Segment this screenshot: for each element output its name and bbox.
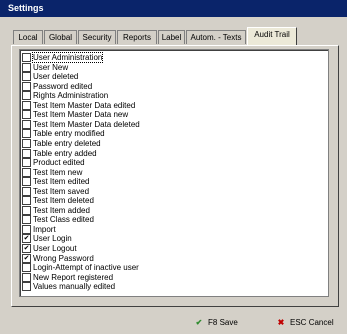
checkbox-checked[interactable]: ✔ bbox=[22, 244, 31, 253]
audit-event-label: Test Item saved bbox=[33, 186, 90, 196]
tab-audit-trail[interactable]: Audit Trail bbox=[247, 27, 297, 45]
tab-label[interactable]: Label bbox=[158, 30, 185, 44]
checkbox-unchecked[interactable] bbox=[22, 186, 31, 196]
tab-autom-texts[interactable]: Autom. - Texts bbox=[186, 30, 246, 44]
tab-global[interactable]: Global bbox=[44, 30, 77, 44]
audit-event-label: Values manually edited bbox=[33, 282, 116, 292]
checkbox-unchecked[interactable] bbox=[22, 110, 31, 120]
checkbox-unchecked[interactable] bbox=[22, 62, 31, 72]
checkbox-unchecked[interactable] bbox=[22, 81, 31, 91]
checkbox-unchecked[interactable] bbox=[22, 119, 31, 129]
checkbox-unchecked[interactable] bbox=[22, 53, 31, 62]
checkbox-unchecked[interactable] bbox=[22, 158, 31, 168]
cancel-label: Cancel bbox=[308, 318, 334, 327]
check-icon: ✔ bbox=[195, 318, 203, 327]
audit-event-label: Test Item deleted bbox=[33, 196, 94, 206]
audit-event-label: Table entry modified bbox=[33, 129, 105, 139]
cancel-button[interactable]: ✖ ESC Cancel bbox=[275, 315, 334, 330]
x-icon: ✖ bbox=[277, 318, 285, 327]
audit-event-label: Import bbox=[33, 224, 56, 234]
checkbox-unchecked[interactable] bbox=[22, 282, 31, 292]
audit-event-label: Test Item new bbox=[33, 167, 83, 177]
checkbox-unchecked[interactable] bbox=[22, 129, 31, 139]
audit-event-label: Test Item Master Data deleted bbox=[33, 119, 140, 129]
audit-event-label: Table entry added bbox=[33, 148, 97, 158]
checkbox-unchecked[interactable] bbox=[22, 100, 31, 110]
checkbox-checked[interactable]: ✔ bbox=[22, 234, 31, 244]
save-button[interactable]: ✔ F8 Save bbox=[193, 315, 238, 330]
checkbox-unchecked[interactable] bbox=[22, 196, 31, 206]
checkbox-unchecked[interactable] bbox=[22, 177, 31, 187]
checkbox-unchecked[interactable] bbox=[22, 72, 31, 82]
checkbox-unchecked[interactable] bbox=[22, 167, 31, 177]
audit-event-label: Rights Administration bbox=[33, 91, 109, 101]
audit-event-label: Test Item Master Data new bbox=[33, 110, 129, 120]
cancel-key: ESC bbox=[290, 318, 307, 327]
audit-event-label: Wrong Password bbox=[33, 253, 94, 263]
checkbox-unchecked[interactable] bbox=[22, 272, 31, 282]
checkbox-unchecked[interactable] bbox=[22, 148, 31, 158]
save-label: Save bbox=[219, 318, 238, 327]
audit-event-label: Test Item edited bbox=[33, 177, 90, 187]
checkbox-checked[interactable]: ✔ bbox=[22, 253, 31, 263]
checkbox-unchecked[interactable] bbox=[22, 138, 31, 148]
tab-reports[interactable]: Reports bbox=[117, 30, 157, 44]
checkbox-unchecked[interactable] bbox=[22, 263, 31, 273]
tab-security[interactable]: Security bbox=[78, 30, 116, 44]
audit-event-label: User deleted bbox=[33, 72, 79, 82]
audit-event-label: Login-Attempt of inactive user bbox=[33, 263, 139, 273]
audit-event-label: Test Item added bbox=[33, 205, 90, 215]
window-title: Settings bbox=[0, 0, 347, 17]
audit-event-label: Test Item Master Data edited bbox=[33, 100, 136, 110]
checkbox-unchecked[interactable] bbox=[22, 91, 31, 101]
tab-local[interactable]: Local bbox=[13, 30, 43, 44]
checkbox-unchecked[interactable] bbox=[22, 224, 31, 234]
audit-event-label: Product edited bbox=[33, 158, 85, 168]
audit-event-label: Password edited bbox=[33, 81, 93, 91]
save-key: F8 bbox=[208, 318, 218, 327]
audit-event-label: User New bbox=[33, 62, 69, 72]
audit-event-label: Test Class edited bbox=[33, 215, 94, 225]
audit-event-label: Table entry deleted bbox=[33, 138, 101, 148]
checkbox-unchecked[interactable] bbox=[22, 205, 31, 215]
audit-event-label: User Login bbox=[33, 234, 72, 244]
audit-event-list[interactable]: User Administration User New User deleted P… bbox=[19, 49, 329, 297]
audit-event-label: User Administration bbox=[31, 52, 104, 63]
audit-event-label: New Report registered bbox=[33, 272, 114, 282]
audit-event-label: User Logout bbox=[33, 244, 77, 253]
checkbox-unchecked[interactable] bbox=[22, 215, 31, 225]
